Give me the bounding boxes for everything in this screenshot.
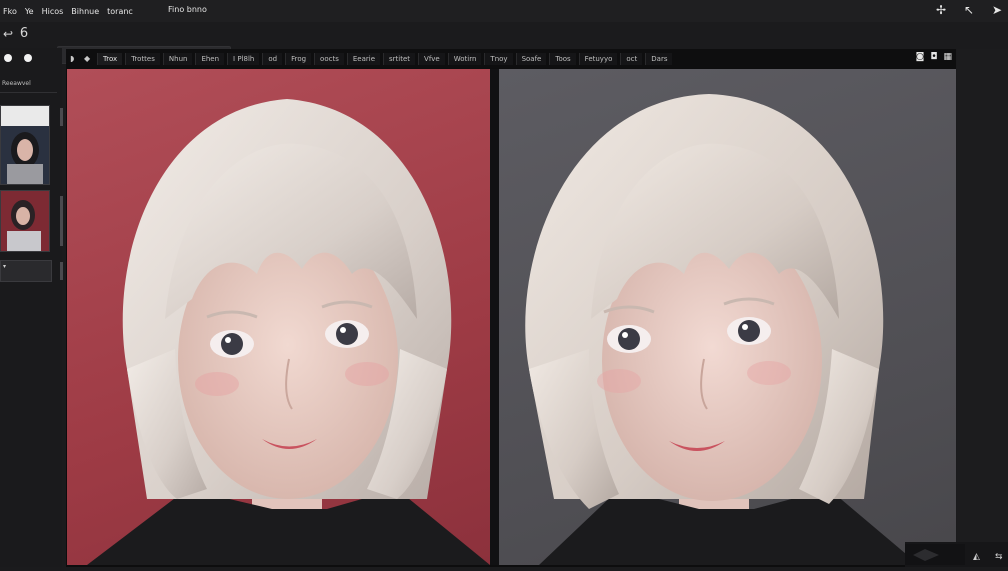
pane-divider[interactable] bbox=[490, 69, 499, 565]
tab-13[interactable]: Tnoy bbox=[484, 52, 513, 65]
pin-icon[interactable]: ✢ bbox=[934, 3, 948, 17]
menu-item-image[interactable]: Hicos bbox=[42, 7, 64, 16]
right-panel bbox=[957, 49, 1008, 567]
toggle-dot-1[interactable] bbox=[4, 54, 12, 62]
portrait-right bbox=[525, 94, 919, 565]
tab-14[interactable]: Soafe bbox=[515, 52, 547, 65]
send-icon[interactable]: ➤ bbox=[990, 3, 1004, 17]
left-panel-footer[interactable]: ▾ bbox=[0, 260, 52, 282]
tab-17[interactable]: oct bbox=[620, 52, 643, 65]
thumbnail-2-image bbox=[1, 191, 49, 251]
tab-12[interactable]: Wotirn bbox=[447, 52, 482, 65]
record-icon[interactable]: ◙ bbox=[916, 52, 925, 62]
image-pane-original[interactable] bbox=[67, 69, 490, 565]
tab-bar-controls: ◙ ◘ ▦ bbox=[916, 52, 952, 62]
menu-bar: Fko Ye Hicos Bihnue toranc Fino bnno ✢ ↖… bbox=[0, 0, 1008, 22]
tab-bar: ◗ ◆ Trox Trottes Nhun Ehen I Pl8lh od Fr… bbox=[66, 49, 956, 68]
tab-4[interactable]: Ehen bbox=[195, 52, 225, 65]
toggle-dot-2[interactable] bbox=[24, 54, 32, 62]
tab-11[interactable]: Vfve bbox=[418, 52, 445, 65]
tab-1[interactable]: Trox bbox=[97, 52, 123, 65]
footer-arrow-icon: ▾ bbox=[3, 263, 7, 270]
thumbnail-scroll-marker[interactable] bbox=[60, 108, 63, 126]
left-panel-header: Reeawvel bbox=[0, 80, 57, 93]
tab-8[interactable]: oocts bbox=[314, 52, 344, 65]
corner-controls-graphic: ◭ ⇆ bbox=[905, 544, 1003, 565]
secondary-toolbar: ↩ 6 bbox=[0, 22, 1008, 64]
layer-count[interactable]: 6 bbox=[16, 26, 32, 42]
menu-item-file[interactable]: Fko bbox=[3, 7, 17, 16]
portrait-left bbox=[87, 99, 490, 565]
undo-icon[interactable]: ↩ bbox=[0, 26, 16, 42]
expand-icon[interactable]: ↖ bbox=[962, 3, 976, 17]
tab-3[interactable]: Nhun bbox=[162, 52, 193, 65]
tab-2[interactable]: Trottes bbox=[125, 52, 160, 65]
corner-controls: ◭ ⇆ bbox=[905, 542, 1008, 567]
tab-18[interactable]: Dars bbox=[645, 52, 673, 65]
more-icon[interactable]: ◘ bbox=[930, 52, 937, 62]
top-icons: ✢ ↖ ➤ bbox=[934, 3, 1004, 17]
tab-15[interactable]: Toos bbox=[549, 52, 576, 65]
lock-icon: ◆ bbox=[84, 53, 91, 63]
tab-10[interactable]: srtitet bbox=[383, 52, 416, 65]
menu-item-window[interactable]: toranc bbox=[107, 7, 133, 16]
grid-icon[interactable]: ▦ bbox=[943, 52, 952, 62]
footer-scroll-marker[interactable] bbox=[60, 262, 63, 280]
menu-item-filters[interactable]: Bihnue bbox=[71, 7, 99, 16]
thumbnail-scroll-track[interactable] bbox=[60, 196, 63, 246]
menu-center-label[interactable]: Fino bnno bbox=[168, 5, 207, 14]
tab-6[interactable]: od bbox=[262, 52, 283, 65]
thumbnail-1-image bbox=[1, 106, 49, 184]
thumbnail-2[interactable] bbox=[0, 190, 50, 252]
tab-9[interactable]: Eearie bbox=[346, 52, 381, 65]
thumbnail-1[interactable] bbox=[0, 105, 50, 185]
bucket-icon[interactable]: ◭ bbox=[973, 552, 980, 562]
image-pane-edited[interactable] bbox=[499, 69, 956, 565]
shield-icon: ◗ bbox=[70, 53, 75, 63]
tab-5[interactable]: I Pl8lh bbox=[227, 52, 260, 65]
menu-item-edit[interactable]: Ye bbox=[25, 7, 34, 16]
transfer-icon[interactable]: ⇆ bbox=[995, 552, 1003, 562]
tab-16[interactable]: Fetuyyo bbox=[578, 52, 618, 65]
tab-7[interactable]: Frog bbox=[285, 52, 312, 65]
